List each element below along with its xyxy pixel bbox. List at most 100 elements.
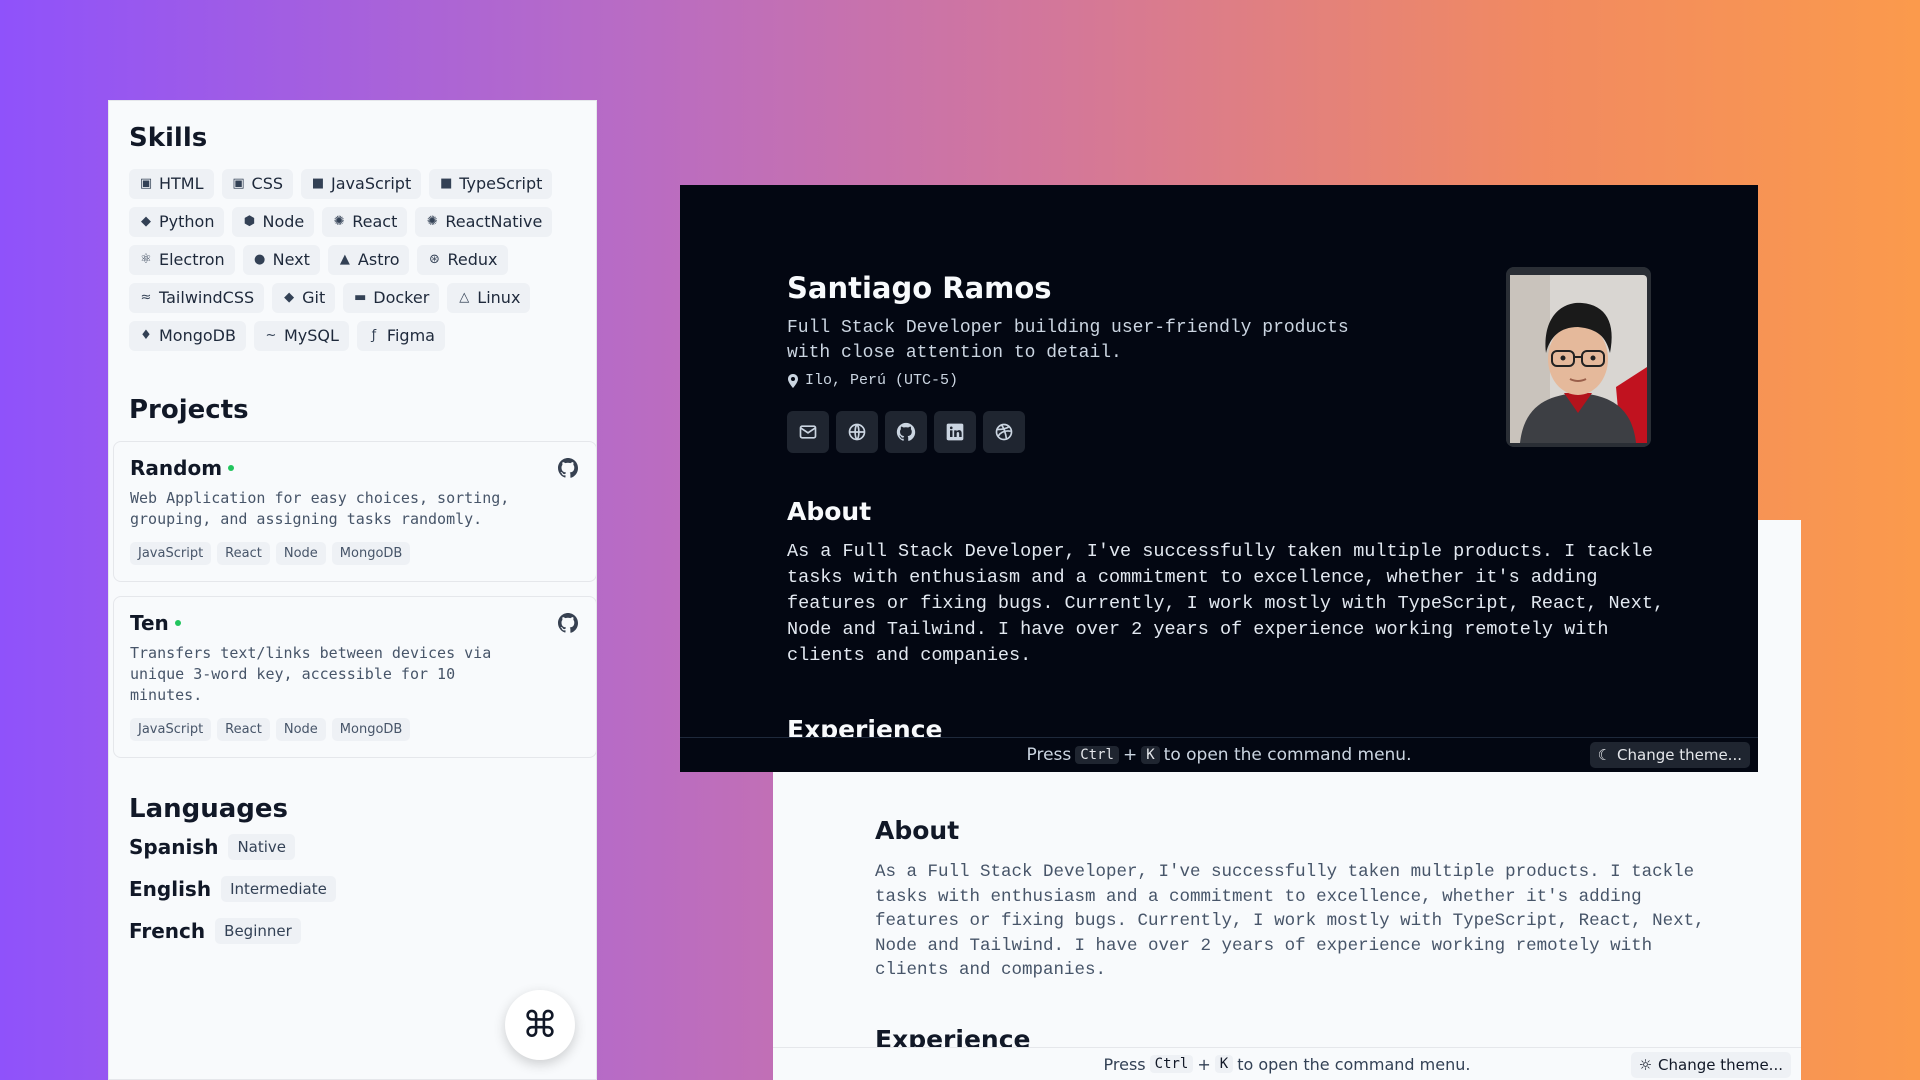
skill-chip: ✺ ReactNative (415, 207, 553, 237)
skill-chip: ⚛ Electron (129, 245, 235, 275)
skill-chip: ■ TypeScript (429, 169, 553, 199)
skill-chip: △ Linux (447, 283, 531, 313)
command-key-icon: ⌘ (522, 1004, 558, 1045)
language-row: Spanish Native (129, 834, 576, 860)
javascript-icon: ■ (311, 176, 325, 191)
nodejs-icon: ⬢ (243, 214, 256, 229)
project-card[interactable]: Ten Transfers text/links between devices… (113, 596, 597, 758)
left-portfolio-panel: Skills ▣ HTML ▣ CSS ■ JavaScript ■ TypeScrip… (108, 100, 597, 1080)
tech-tag: MongoDB (331, 542, 411, 565)
command-hint-bar: Press Ctrl + K to open the command menu.… (680, 737, 1758, 772)
language-row: English Intermediate (129, 876, 576, 902)
language-level-badge: Intermediate (221, 876, 336, 902)
figma-icon: ƒ (371, 328, 377, 343)
languages-heading: Languages (129, 794, 289, 824)
skill-chip: ◆ Python (129, 207, 225, 237)
skill-chip: ▬ Docker (343, 283, 440, 313)
ctrl-key: Ctrl (1149, 1055, 1194, 1073)
react-icon: ✺ (333, 214, 345, 229)
map-pin-icon (788, 373, 798, 388)
command-hint-bar: Press Ctrl + K to open the command menu.… (773, 1047, 1801, 1080)
globe-icon[interactable] (836, 411, 878, 453)
tech-tag: Node (275, 542, 326, 565)
mail-icon[interactable] (787, 411, 829, 453)
skill-chip: ◆ Git (272, 283, 336, 313)
project-tags: JavaScript React Node MongoDB (130, 542, 580, 565)
css3-icon: ▣ (232, 176, 245, 191)
project-title: Random (130, 456, 580, 480)
projects-heading: Projects (129, 395, 249, 425)
dark-theme-preview-panel: Santiago Ramos Full Stack Developer buil… (680, 185, 1758, 772)
github-icon[interactable] (885, 411, 927, 453)
tech-tag: React (217, 718, 270, 741)
status-dot (228, 465, 235, 471)
electron-icon: ⚛ (140, 252, 152, 267)
sun-icon: ☼ (1638, 1056, 1653, 1074)
language-name: English (129, 877, 212, 901)
profile-name: Santiago Ramos (787, 271, 1052, 305)
skill-chip: ⊛ Redux (417, 245, 508, 275)
astro-icon: ▲ (339, 252, 350, 267)
skills-heading: Skills (129, 123, 208, 153)
about-heading: About (787, 497, 872, 526)
html5-icon: ▣ (139, 176, 153, 191)
linkedin-icon[interactable] (934, 411, 976, 453)
language-level-badge: Native (228, 834, 296, 860)
dribbble-icon[interactable] (983, 411, 1025, 453)
mysql-icon: ~ (265, 328, 277, 343)
skill-chip: ▲ Astro (327, 245, 410, 275)
language-row: French Beginner (129, 918, 576, 944)
project-title: Ten (130, 611, 580, 635)
linux-icon: △ (459, 290, 470, 305)
tech-tag: JavaScript (130, 542, 212, 565)
skill-chip: ● Next (242, 245, 320, 275)
mongodb-icon: ♦ (140, 328, 152, 343)
moon-icon: ☾ (1597, 746, 1612, 764)
nextjs-icon: ● (253, 252, 266, 267)
skill-chip: ✺ React (322, 207, 408, 237)
status-dot (174, 620, 181, 626)
skill-chip: ♦ MongoDB (129, 321, 246, 351)
k-key: K (1141, 746, 1160, 764)
language-name: Spanish (129, 835, 219, 859)
redux-icon: ⊛ (429, 252, 440, 267)
react-icon: ✺ (426, 214, 438, 229)
skill-chip: ≈ TailwindCSS (129, 283, 265, 313)
python-icon: ◆ (141, 214, 151, 229)
about-heading: About (875, 816, 960, 845)
tailwind-icon: ≈ (140, 290, 152, 305)
k-key: K (1214, 1055, 1234, 1073)
git-icon: ◆ (284, 290, 295, 305)
project-tags: JavaScript React Node MongoDB (130, 718, 580, 741)
command-menu-button[interactable]: ⌘ (505, 990, 575, 1060)
typescript-icon: ■ (440, 176, 453, 191)
skill-chip: ▣ CSS (221, 169, 294, 199)
language-name: French (129, 919, 206, 943)
skill-chip: ƒ Figma (356, 321, 445, 351)
tech-tag: Node (275, 718, 326, 741)
project-card[interactable]: Random Web Application for easy choices,… (113, 441, 597, 582)
about-text: As a Full Stack Developer, I've successf… (787, 541, 1665, 666)
change-theme-button[interactable]: ☾ Change theme... (1589, 742, 1750, 768)
profile-photo (1506, 267, 1651, 447)
github-icon[interactable] (556, 456, 580, 480)
tech-tag: React (217, 542, 270, 565)
ctrl-key: Ctrl (1075, 746, 1119, 764)
skills-list: ▣ HTML ▣ CSS ■ JavaScript ■ TypeScript ◆ Pyth… (129, 169, 579, 351)
about-text: As a Full Stack Developer, I've successf… (875, 862, 1705, 980)
language-level-badge: Beginner (215, 918, 301, 944)
skill-chip: ⬢ Node (232, 207, 315, 237)
avatar (1506, 267, 1651, 447)
project-description: Web Application for easy choices, sortin… (130, 489, 510, 528)
tech-tag: JavaScript (130, 718, 212, 741)
change-theme-button[interactable]: ☼ Change theme... (1630, 1052, 1791, 1078)
github-icon[interactable] (556, 611, 580, 635)
profile-location: Ilo, Perú (UTC-5) (787, 372, 958, 389)
social-links (787, 411, 1025, 453)
skill-chip: ■ JavaScript (301, 169, 422, 199)
skill-chip: ▣ HTML (129, 169, 214, 199)
profile-tagline: Full Stack Developer building user-frien… (787, 318, 1349, 363)
docker-icon: ▬ (354, 290, 367, 305)
skill-chip: ~ MySQL (253, 321, 349, 351)
tech-tag: MongoDB (331, 718, 411, 741)
